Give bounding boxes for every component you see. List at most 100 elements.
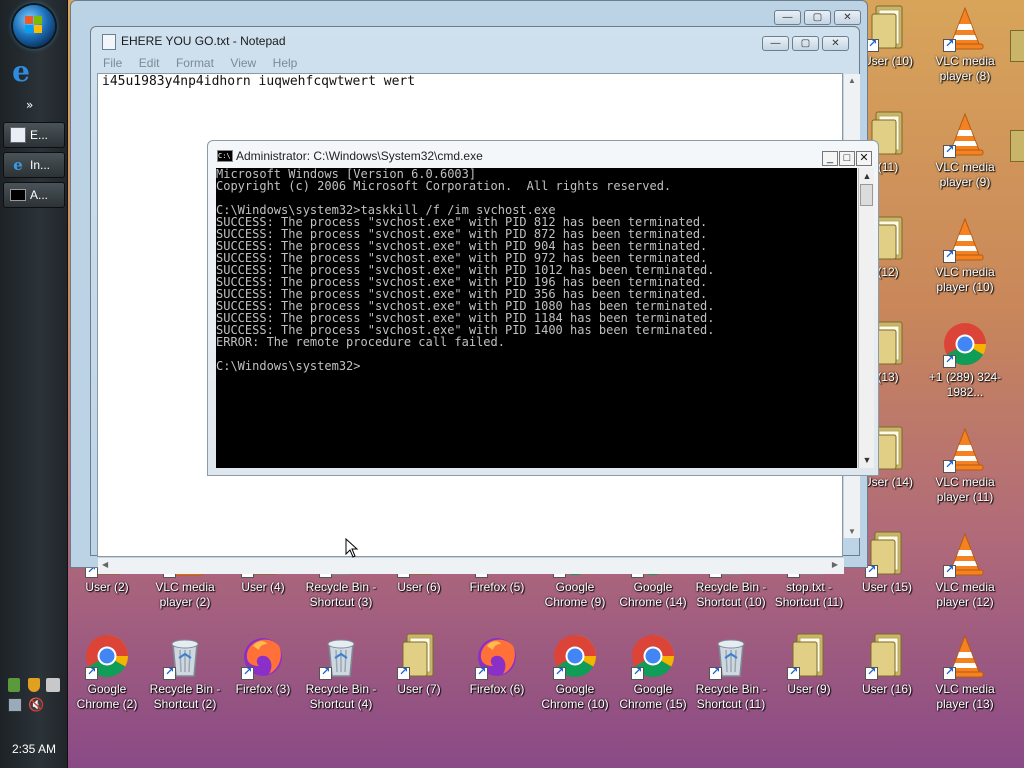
maximize-button[interactable]: □ xyxy=(839,151,855,166)
desktop-icon[interactable]: Recycle Bin - Shortcut (11) xyxy=(691,632,771,712)
desktop-icon-label: User (16) xyxy=(861,682,912,696)
console-output[interactable]: Microsoft Windows [Version 6.0.6003] Copy… xyxy=(216,168,857,468)
ie-quicklaunch-icon[interactable]: e xyxy=(6,57,36,87)
desktop-icon[interactable]: VLC media player (8) xyxy=(925,4,1005,84)
taskbar-button-cmd[interactable]: A... xyxy=(3,182,65,208)
folder-icon xyxy=(1010,30,1024,62)
scroll-down-arrow-icon[interactable]: ▼ xyxy=(859,452,875,468)
menu-view[interactable]: View xyxy=(224,53,262,73)
quick-launch-chevron-icon[interactable]: » xyxy=(26,98,33,112)
window-title: Administrator: C:\Windows\System32\cmd.e… xyxy=(236,149,483,163)
desktop-icon-label: Firefox (5) xyxy=(469,580,525,594)
shortcut-arrow-icon xyxy=(943,248,956,263)
ie-icon: e xyxy=(13,156,23,174)
desktop-icon[interactable]: VLC media player (11) xyxy=(925,425,1005,505)
desktop-icon-image xyxy=(239,632,287,680)
scroll-right-arrow-icon[interactable]: ▶ xyxy=(832,560,838,569)
menu-bar: File Edit Format View Help xyxy=(97,53,303,73)
cmd-window[interactable]: C:\ Administrator: C:\Windows\System32\c… xyxy=(207,140,879,476)
desktop-icon[interactable]: Firefox (3) xyxy=(223,632,303,697)
horizontal-scrollbar[interactable]: ◀ ▶ xyxy=(98,557,844,574)
desktop-icon[interactable]: VLC media player (13) xyxy=(925,632,1005,712)
maximize-button[interactable]: ▢ xyxy=(792,36,819,51)
desktop-icon-image xyxy=(941,632,989,680)
desktop-icon[interactable]: Recycle Bin - Shortcut (2) xyxy=(145,632,225,712)
network-status-icon[interactable] xyxy=(8,698,22,712)
shortcut-arrow-icon xyxy=(943,665,956,680)
desktop-icon[interactable]: VLC media player (12) xyxy=(925,530,1005,610)
desktop-icon-image xyxy=(941,110,989,158)
desktop-icon[interactable]: Google Chrome (15) xyxy=(613,632,693,712)
cmd-icon: C:\ xyxy=(217,150,233,162)
desktop-icon[interactable]: VLC media player (10) xyxy=(925,215,1005,295)
close-button[interactable]: ✕ xyxy=(834,10,861,25)
shortcut-arrow-icon xyxy=(787,665,800,680)
desktop-icon-label: +1 (289) 324-1982... xyxy=(928,370,1002,399)
desktop-icon-label: Google Chrome (15) xyxy=(619,682,687,711)
desktop-icon-image xyxy=(707,632,755,680)
desktop-icon-image xyxy=(863,632,911,680)
shortcut-arrow-icon xyxy=(943,458,956,473)
scroll-left-arrow-icon[interactable]: ◀ xyxy=(102,560,108,569)
desktop-icon[interactable]: User (16) xyxy=(847,632,927,697)
desktop-icon-label: User (7) xyxy=(397,682,441,696)
security-tray-icon[interactable] xyxy=(46,678,60,692)
desktop-icon[interactable]: VLC media player (9) xyxy=(925,110,1005,190)
desktop-icon-image xyxy=(941,4,989,52)
desktop-icon[interactable]: Recycle Bin - Shortcut (4) xyxy=(301,632,381,712)
volume-muted-icon[interactable]: 🔇 xyxy=(28,698,44,712)
desktop-icon[interactable]: User (9) xyxy=(769,632,849,697)
desktop-icon-label: User (4) xyxy=(241,580,285,594)
desktop-icon[interactable]: Firefox (6) xyxy=(457,632,537,697)
desktop-icon-label: VLC media player (9) xyxy=(935,160,995,189)
scroll-down-arrow-icon[interactable]: ▼ xyxy=(848,527,856,536)
desktop-icon-label: Recycle Bin - Shortcut (10) xyxy=(695,580,767,609)
minimize-button[interactable]: — xyxy=(774,10,801,25)
shortcut-arrow-icon xyxy=(319,665,332,680)
close-button[interactable]: ✕ xyxy=(822,36,849,51)
menu-format[interactable]: Format xyxy=(170,53,220,73)
desktop-icon[interactable]: Google Chrome (2) xyxy=(67,632,147,712)
scroll-up-arrow-icon[interactable]: ▲ xyxy=(848,76,856,85)
desktop-icon-image xyxy=(785,632,833,680)
menu-edit[interactable]: Edit xyxy=(133,53,166,73)
desktop-icon[interactable]: +1 (289) 324-1982... xyxy=(925,320,1005,400)
start-orb-icon[interactable] xyxy=(13,5,55,47)
shield-tray-icon[interactable] xyxy=(28,678,40,692)
desktop-icon-label: VLC media player (8) xyxy=(935,54,995,83)
scroll-thumb[interactable] xyxy=(860,184,873,206)
taskbar-button-ie[interactable]: e In... xyxy=(3,152,65,178)
desktop-icon[interactable]: Google Chrome (10) xyxy=(535,632,615,712)
scroll-up-arrow-icon[interactable]: ▲ xyxy=(859,168,875,184)
desktop-icon-label: Firefox (6) xyxy=(469,682,525,696)
desktop-icon[interactable]: User (7) xyxy=(379,632,459,697)
desktop-icon-label: Firefox (3) xyxy=(235,682,291,696)
desktop-icon-image xyxy=(941,320,989,368)
minimize-button[interactable]: — xyxy=(762,36,789,51)
clock[interactable]: 2:35 AM xyxy=(0,742,68,756)
network-tray-icon[interactable] xyxy=(8,678,20,692)
console-scrollbar[interactable]: ▲ ▼ xyxy=(858,168,874,468)
minimize-button[interactable]: _ xyxy=(822,151,838,166)
desktop-icon-partial[interactable] xyxy=(1010,130,1024,190)
shortcut-arrow-icon xyxy=(241,665,254,680)
maximize-button[interactable]: ▢ xyxy=(804,10,831,25)
desktop-icon-label: VLC media player (2) xyxy=(155,580,215,609)
desktop-icon-image xyxy=(941,215,989,263)
menu-help[interactable]: Help xyxy=(267,53,304,73)
desktop-icon-partial[interactable] xyxy=(1010,30,1024,100)
desktop-icon-image xyxy=(161,632,209,680)
desktop-icon-label: VLC media player (12) xyxy=(935,580,995,609)
notepad-icon xyxy=(10,127,26,143)
desktop-icon-image xyxy=(395,632,443,680)
mouse-cursor-icon xyxy=(345,538,359,558)
windows-flag-icon xyxy=(25,16,43,34)
window-controls: — ▢ ✕ xyxy=(759,33,849,51)
taskbar-button-notepad[interactable]: E... xyxy=(3,122,65,148)
desktop-icon-label: Google Chrome (9) xyxy=(544,580,606,609)
menu-file[interactable]: File xyxy=(97,53,128,73)
desktop-icon-label: User (6) xyxy=(397,580,441,594)
desktop-icon-label: Recycle Bin - Shortcut (3) xyxy=(305,580,377,609)
window-controls: _ □ ✕ xyxy=(821,148,872,166)
close-button[interactable]: ✕ xyxy=(856,151,872,166)
